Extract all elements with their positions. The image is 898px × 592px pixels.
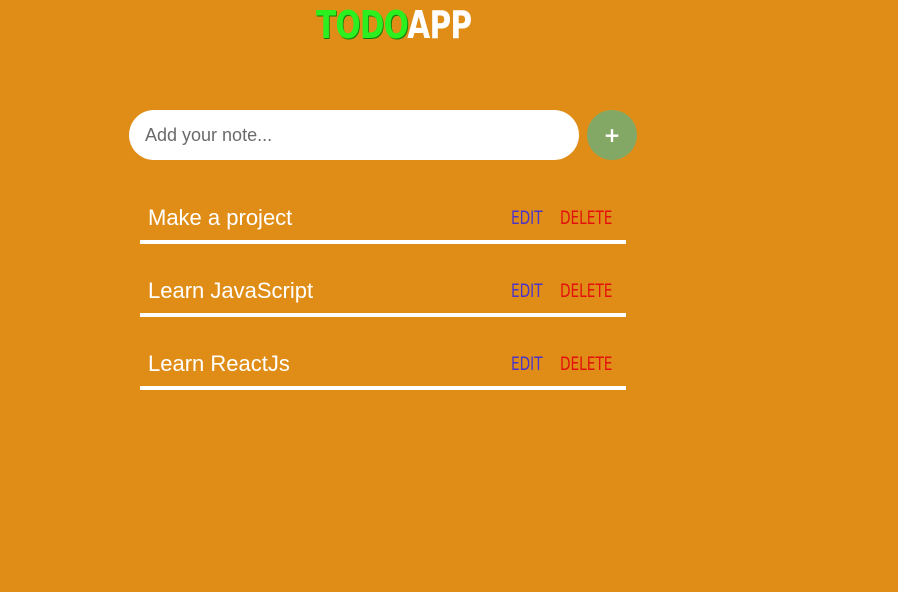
todo-item: Learn ReactJs EDIT DELETE	[140, 340, 626, 390]
todo-text: Make a project	[148, 205, 293, 230]
edit-button[interactable]: EDIT	[511, 206, 543, 230]
app-title: TODOAPP	[316, 2, 472, 48]
delete-button[interactable]: DELETE	[560, 352, 612, 376]
app-title-app: APP	[407, 3, 472, 47]
todo-text: Learn ReactJs	[148, 351, 290, 376]
todo-text: Learn JavaScript	[148, 278, 314, 303]
add-note-button[interactable]: +	[587, 110, 637, 160]
todo-list: Make a project EDIT DELETE Learn JavaScr…	[140, 194, 626, 413]
todo-item: Make a project EDIT DELETE	[140, 194, 626, 244]
edit-button[interactable]: EDIT	[511, 352, 543, 376]
note-input[interactable]	[129, 110, 579, 160]
app-title-todo: TODO	[316, 3, 408, 47]
todo-item: Learn JavaScript EDIT DELETE	[140, 267, 626, 317]
delete-button[interactable]: DELETE	[560, 279, 612, 303]
delete-button[interactable]: DELETE	[560, 206, 612, 230]
edit-button[interactable]: EDIT	[511, 279, 543, 303]
